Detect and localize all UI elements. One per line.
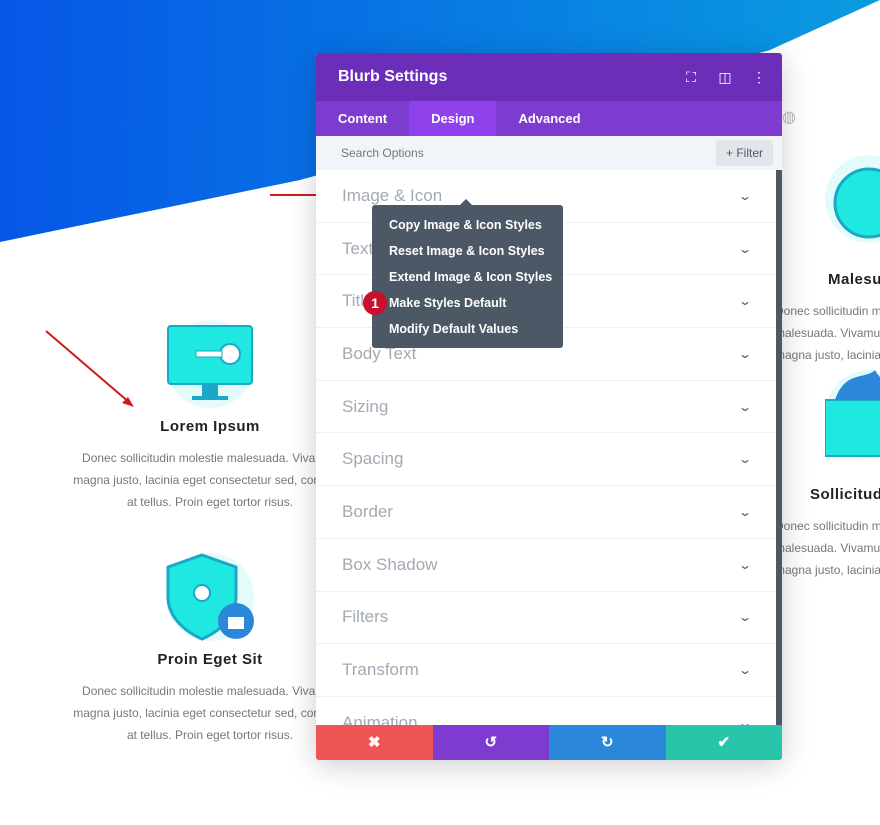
section-sizing[interactable]: Sizing ⌄ (316, 381, 776, 434)
chevron-down-icon: ⌄ (737, 663, 753, 678)
filter-button[interactable]: + Filter (715, 140, 773, 166)
tab-content[interactable]: Content (316, 101, 409, 136)
section-label: Box Shadow (342, 554, 438, 574)
save-button[interactable]: ✔ (665, 725, 782, 760)
blurb-title: Lorem Ipsum (160, 418, 260, 435)
blurb-title: Sollicitudin (810, 486, 880, 503)
context-menu: Copy Image & Icon Styles Reset Image & I… (372, 199, 563, 348)
panel-header: Blurb Settings ⛶ ◫ ⋮ (316, 53, 782, 101)
blurb-title: Proin Eget Sit (157, 651, 263, 668)
step-badge: 1 (363, 291, 387, 315)
bomb-icon (825, 155, 880, 243)
chevron-down-icon: ⌄ (737, 504, 753, 519)
panel-tabs: Content Design Advanced (316, 101, 782, 136)
section-box-shadow[interactable]: Box Shadow ⌄ (316, 539, 776, 592)
section-spacing[interactable]: Spacing ⌄ (316, 433, 776, 487)
blurb-text: Donec sollicitudin molestie malesuada. V… (73, 684, 347, 742)
search-bar: + Filter (316, 136, 782, 170)
annotation-arrow-diagonal (45, 330, 134, 407)
section-label: Image & Icon (342, 185, 443, 205)
blurb-text: Donec sollicitudin molestie malesuada. V… (73, 451, 347, 509)
section-label: Border (342, 501, 394, 521)
chevron-down-icon: ⌄ (737, 715, 753, 725)
redo-button[interactable]: ↻ (549, 725, 666, 760)
section-label: Transform (342, 660, 419, 680)
chevron-down-icon: ⌄ (737, 294, 753, 309)
undo-button[interactable]: ↺ (432, 725, 549, 760)
menu-item-modify-default-values[interactable]: Modify Default Values (389, 318, 563, 344)
menu-item-copy-styles[interactable]: Copy Image & Icon Styles (389, 214, 563, 240)
section-label: Animation (342, 712, 418, 725)
section-transform[interactable]: Transform ⌄ (316, 644, 776, 697)
chevron-down-icon: ⌄ (737, 399, 753, 414)
menu-item-extend-styles[interactable]: Extend Image & Icon Styles (389, 266, 563, 292)
split-view-icon[interactable]: ◫ (708, 69, 742, 86)
chevron-down-icon: ⌄ (737, 452, 753, 467)
blurb-settings-panel: Blurb Settings ⛶ ◫ ⋮ Content Design Adva… (316, 53, 782, 760)
section-label: Sizing (342, 396, 389, 416)
tab-design[interactable]: Design (409, 101, 497, 136)
blurb-proin-eget-sit: Proin Eget Sit Donec sollicitudin molest… (70, 553, 350, 746)
chevron-down-icon: ⌄ (737, 188, 753, 203)
chevron-down-icon: ⌄ (737, 346, 753, 361)
fullscreen-icon[interactable]: ⛶ (674, 69, 708, 86)
section-label: Filters (342, 607, 389, 627)
section-label: Spacing (342, 449, 404, 469)
blurb-text: Donec sollicitudin molestie malesuada. V… (775, 304, 880, 362)
firewall-icon (824, 370, 880, 458)
section-border[interactable]: Border ⌄ (316, 486, 776, 539)
computer-key-icon (166, 320, 254, 408)
section-filters[interactable]: Filters ⌄ (316, 592, 776, 645)
panel-footer: ✖ ↺ ↻ ✔ (316, 725, 782, 760)
blurb-text: Donec sollicitudin molestie malesuada. V… (775, 519, 880, 577)
panel-title: Blurb Settings (338, 68, 448, 85)
blurb-title: Malesuada (828, 271, 880, 288)
cancel-button[interactable]: ✖ (316, 725, 433, 760)
section-animation[interactable]: Animation ⌄ (316, 697, 776, 725)
menu-item-make-styles-default[interactable]: Make Styles Default (389, 292, 563, 318)
chevron-down-icon: ⌄ (737, 610, 753, 625)
tab-advanced[interactable]: Advanced (496, 101, 602, 136)
shield-lock-icon (166, 553, 254, 641)
menu-item-reset-styles[interactable]: Reset Image & Icon Styles (389, 240, 563, 266)
chevron-down-icon: ⌄ (737, 557, 753, 572)
chevron-down-icon: ⌄ (737, 241, 753, 256)
more-options-icon[interactable]: ⋮ (742, 69, 776, 86)
